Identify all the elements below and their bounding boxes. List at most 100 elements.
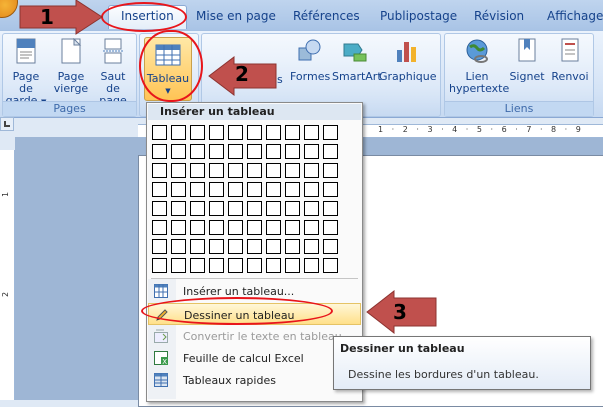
grid-cell[interactable] bbox=[190, 201, 205, 216]
grid-cell[interactable] bbox=[228, 125, 243, 140]
grid-cell[interactable] bbox=[323, 144, 338, 159]
grid-cell[interactable] bbox=[152, 239, 167, 254]
page-vierge-button[interactable]: Page vierge bbox=[53, 37, 89, 95]
grid-cell[interactable] bbox=[323, 163, 338, 178]
lien-hypertexte-button[interactable]: Lien hypertexte bbox=[449, 38, 509, 95]
grid-cell[interactable] bbox=[171, 258, 186, 273]
grid-cell[interactable] bbox=[171, 125, 186, 140]
grid-cell[interactable] bbox=[190, 239, 205, 254]
grid-cell[interactable] bbox=[247, 258, 262, 273]
grid-cell[interactable] bbox=[209, 239, 224, 254]
grid-cell[interactable] bbox=[190, 125, 205, 140]
grid-cell[interactable] bbox=[228, 144, 243, 159]
renvoi-button[interactable]: Renvoi bbox=[549, 38, 591, 83]
grid-cell[interactable] bbox=[323, 182, 338, 197]
grid-cell[interactable] bbox=[247, 220, 262, 235]
grid-cell[interactable] bbox=[152, 182, 167, 197]
grid-cell[interactable] bbox=[152, 125, 167, 140]
vertical-ruler[interactable]: 1 2 bbox=[0, 150, 15, 400]
grid-cell[interactable] bbox=[190, 144, 205, 159]
grid-cell[interactable] bbox=[228, 163, 243, 178]
grid-cell[interactable] bbox=[209, 201, 224, 216]
grid-cell[interactable] bbox=[304, 201, 319, 216]
tab-publipostage[interactable]: Publipostage bbox=[380, 9, 457, 23]
grid-cell[interactable] bbox=[152, 258, 167, 273]
tab-mise-en-page[interactable]: Mise en page bbox=[196, 9, 276, 23]
grid-cell[interactable] bbox=[228, 258, 243, 273]
grid-cell[interactable] bbox=[285, 201, 300, 216]
grid-cell[interactable] bbox=[266, 182, 281, 197]
grid-cell[interactable] bbox=[285, 125, 300, 140]
grid-cell[interactable] bbox=[228, 220, 243, 235]
grid-cell[interactable] bbox=[266, 144, 281, 159]
grid-cell[interactable] bbox=[152, 220, 167, 235]
formes-button[interactable]: Formes bbox=[290, 38, 330, 83]
grid-cell[interactable] bbox=[285, 220, 300, 235]
grid-cell[interactable] bbox=[304, 239, 319, 254]
tab-affichage[interactable]: Affichage bbox=[547, 9, 603, 23]
grid-cell[interactable] bbox=[152, 201, 167, 216]
grid-cell[interactable] bbox=[285, 258, 300, 273]
menu-item-feuille-excel[interactable]: X Feuille de calcul Excel bbox=[148, 347, 361, 369]
grid-cell[interactable] bbox=[247, 125, 262, 140]
grid-cell[interactable] bbox=[323, 125, 338, 140]
table-size-grid[interactable] bbox=[152, 125, 338, 273]
grid-cell[interactable] bbox=[304, 163, 319, 178]
grid-cell[interactable] bbox=[266, 125, 281, 140]
grid-cell[interactable] bbox=[285, 182, 300, 197]
grid-cell[interactable] bbox=[266, 258, 281, 273]
page-de-garde-button[interactable]: Page de garde ▼ bbox=[5, 38, 47, 108]
grid-cell[interactable] bbox=[266, 163, 281, 178]
grid-cell[interactable] bbox=[323, 258, 338, 273]
office-button[interactable] bbox=[0, 0, 18, 18]
grid-cell[interactable] bbox=[228, 182, 243, 197]
tab-revision[interactable]: Révision bbox=[474, 9, 524, 23]
tab-selector[interactable] bbox=[0, 117, 14, 131]
grid-cell[interactable] bbox=[171, 201, 186, 216]
signet-button[interactable]: Signet bbox=[507, 38, 547, 83]
tab-references[interactable]: Références bbox=[293, 9, 360, 23]
grid-cell[interactable] bbox=[209, 220, 224, 235]
grid-cell[interactable] bbox=[247, 182, 262, 197]
grid-cell[interactable] bbox=[247, 239, 262, 254]
grid-cell[interactable] bbox=[209, 125, 224, 140]
grid-cell[interactable] bbox=[323, 220, 338, 235]
grid-cell[interactable] bbox=[190, 163, 205, 178]
grid-cell[interactable] bbox=[323, 201, 338, 216]
grid-cell[interactable] bbox=[266, 201, 281, 216]
grid-cell[interactable] bbox=[190, 182, 205, 197]
grid-cell[interactable] bbox=[304, 182, 319, 197]
grid-cell[interactable] bbox=[323, 239, 338, 254]
grid-cell[interactable] bbox=[209, 163, 224, 178]
grid-cell[interactable] bbox=[152, 144, 167, 159]
menu-item-tableaux-rapides[interactable]: Tableaux rapides bbox=[148, 369, 361, 391]
grid-cell[interactable] bbox=[209, 182, 224, 197]
grid-cell[interactable] bbox=[304, 258, 319, 273]
grid-cell[interactable] bbox=[171, 163, 186, 178]
grid-cell[interactable] bbox=[171, 220, 186, 235]
grid-cell[interactable] bbox=[266, 239, 281, 254]
grid-cell[interactable] bbox=[228, 201, 243, 216]
saut-de-page-button[interactable]: Saut de page bbox=[92, 38, 134, 107]
grid-cell[interactable] bbox=[247, 144, 262, 159]
grid-cell[interactable] bbox=[171, 144, 186, 159]
grid-cell[interactable] bbox=[171, 182, 186, 197]
grid-cell[interactable] bbox=[266, 220, 281, 235]
grid-cell[interactable] bbox=[190, 258, 205, 273]
grid-cell[interactable] bbox=[304, 220, 319, 235]
grid-cell[interactable] bbox=[285, 239, 300, 254]
grid-cell[interactable] bbox=[285, 144, 300, 159]
grid-cell[interactable] bbox=[152, 163, 167, 178]
grid-cell[interactable] bbox=[228, 239, 243, 254]
grid-cell[interactable] bbox=[171, 239, 186, 254]
grid-cell[interactable] bbox=[304, 125, 319, 140]
grid-cell[interactable] bbox=[209, 144, 224, 159]
graphique-button[interactable]: Graphique bbox=[379, 38, 437, 83]
grid-cell[interactable] bbox=[247, 201, 262, 216]
grid-cell[interactable] bbox=[285, 163, 300, 178]
grid-cell[interactable] bbox=[304, 144, 319, 159]
grid-cell[interactable] bbox=[209, 258, 224, 273]
grid-cell[interactable] bbox=[247, 163, 262, 178]
menu-item-convertir-texte[interactable]: Convertir le texte en tableau... bbox=[148, 325, 361, 347]
grid-cell[interactable] bbox=[190, 220, 205, 235]
